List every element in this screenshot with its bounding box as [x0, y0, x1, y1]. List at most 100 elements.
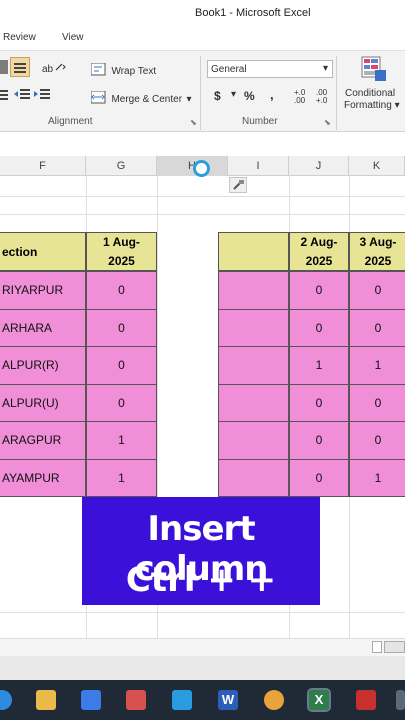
- decrease-decimal-label: .00 +.0: [316, 88, 328, 105]
- merge-center-label: Merge & Center: [111, 94, 183, 105]
- grid-line: [0, 196, 405, 197]
- tab-review[interactable]: Review: [3, 32, 36, 43]
- column-header-k[interactable]: K: [349, 156, 405, 176]
- cell-section[interactable]: ARHARA: [0, 308, 86, 347]
- svg-text:ab: ab: [42, 64, 54, 74]
- taskbar: [0, 680, 405, 720]
- taskbar-app-icon[interactable]: [396, 690, 405, 710]
- insert-options-icon[interactable]: [229, 177, 247, 193]
- cell-section[interactable]: AYAMPUR: [0, 458, 86, 497]
- file-explorer-icon[interactable]: [36, 690, 56, 710]
- window-title: Book1 - Microsoft Excel: [195, 7, 311, 19]
- cell-date-g[interactable]: 0: [86, 383, 157, 422]
- grid-line: [0, 612, 405, 613]
- scroll-thumb[interactable]: [384, 641, 405, 653]
- wrap-text-label: Wrap Text: [111, 66, 157, 77]
- cell-date-k[interactable]: 1: [349, 458, 405, 497]
- column-header-f[interactable]: F: [0, 156, 86, 176]
- conditional-formatting-button[interactable]: Formatting ▾: [344, 100, 400, 111]
- conditional-formatting-label-2: Formatting: [344, 100, 392, 111]
- orientation-icon[interactable]: ab: [42, 61, 66, 79]
- word-icon[interactable]: W: [218, 690, 238, 710]
- header-blank-i[interactable]: [218, 232, 289, 271]
- cell-date-j[interactable]: 0: [289, 308, 349, 347]
- group-separator: [200, 56, 201, 130]
- column-header-g[interactable]: G: [86, 156, 157, 176]
- column-header-j[interactable]: J: [289, 156, 349, 176]
- merge-center-button[interactable]: Merge & Center ▾: [90, 89, 192, 107]
- increase-decimal-label: +.0 .00: [294, 88, 306, 105]
- caption-line-2: Ctrl + +: [125, 560, 277, 600]
- cell-date-j[interactable]: 0: [289, 421, 349, 460]
- header-date-j-line1: 2 Aug-: [300, 235, 338, 249]
- header-date-j[interactable]: 2 Aug- 2025: [289, 232, 349, 271]
- cell-date-g[interactable]: 0: [86, 346, 157, 385]
- comma-button[interactable]: ,: [270, 87, 274, 102]
- cell-date-g[interactable]: 0: [86, 271, 157, 310]
- chrome-icon[interactable]: [264, 690, 284, 710]
- excel-icon[interactable]: X: [307, 688, 331, 712]
- column-header-i[interactable]: I: [228, 156, 289, 176]
- number-format-select[interactable]: General ▾: [207, 60, 333, 78]
- cell-blank-i[interactable]: [218, 383, 289, 422]
- store-icon[interactable]: [81, 690, 101, 710]
- align-left-icon[interactable]: [0, 60, 8, 74]
- status-bar: [0, 656, 405, 680]
- increase-decimal-button[interactable]: +.0 .00: [294, 89, 314, 105]
- dialog-launcher-icon[interactable]: ⬊: [324, 118, 331, 127]
- cell-date-j[interactable]: 0: [289, 458, 349, 497]
- cell-date-g[interactable]: 1: [86, 421, 157, 460]
- alignment-group-label: Alignment: [48, 116, 93, 127]
- header-date-j-line2: 2025: [305, 254, 333, 268]
- tab-view[interactable]: View: [62, 32, 84, 43]
- mail-icon[interactable]: [172, 690, 192, 710]
- chevron-down-icon[interactable]: ▾: [187, 94, 192, 105]
- cell-section[interactable]: RIYARPUR: [0, 271, 86, 310]
- cell-blank-i[interactable]: [218, 458, 289, 497]
- chevron-down-icon[interactable]: ▾: [323, 63, 328, 74]
- horizontal-scrollbar[interactable]: [0, 638, 405, 656]
- decrease-decimal-button[interactable]: .00 +.0: [316, 89, 336, 105]
- cell-section[interactable]: ARAGPUR: [0, 421, 86, 460]
- percent-button[interactable]: %: [244, 89, 255, 103]
- decrease-indent-icon[interactable]: [14, 88, 30, 107]
- cell-date-k[interactable]: 0: [349, 421, 405, 460]
- cell-section[interactable]: ALPUR(R): [0, 346, 86, 385]
- align-right-icon[interactable]: [0, 88, 10, 107]
- cell-date-j[interactable]: 1: [289, 346, 349, 385]
- chevron-down-icon[interactable]: ▾: [231, 89, 236, 100]
- header-date-g-line1: 1 Aug-: [103, 235, 140, 249]
- number-group-label: Number: [242, 116, 278, 127]
- dialog-launcher-icon[interactable]: ⬊: [190, 118, 197, 127]
- pdf-reader-icon[interactable]: [356, 690, 376, 710]
- header-date-k-line1: 3 Aug-: [359, 235, 397, 249]
- cell-blank-i[interactable]: [218, 421, 289, 460]
- cell-blank-i[interactable]: [218, 271, 289, 310]
- number-format-value: General: [211, 64, 247, 75]
- header-date-k[interactable]: 3 Aug- 2025: [349, 232, 405, 271]
- media-player-icon[interactable]: [126, 690, 146, 710]
- cell-date-k[interactable]: 0: [349, 271, 405, 310]
- cell-date-k[interactable]: 0: [349, 383, 405, 422]
- header-date-g[interactable]: 1 Aug- 2025: [86, 232, 157, 271]
- cell-date-g[interactable]: 0: [86, 308, 157, 347]
- conditional-formatting-icon[interactable]: [360, 55, 388, 88]
- header-section[interactable]: ection: [0, 232, 86, 271]
- ribbon-tabs: [0, 30, 405, 50]
- group-separator: [336, 56, 337, 130]
- wrap-text-button[interactable]: Wrap Text: [90, 61, 157, 79]
- cell-blank-i[interactable]: [218, 308, 289, 347]
- currency-button[interactable]: $: [214, 89, 221, 103]
- cell-date-k[interactable]: 0: [349, 308, 405, 347]
- conditional-formatting-label-1[interactable]: Conditional: [345, 88, 395, 99]
- cell-date-j[interactable]: 0: [289, 271, 349, 310]
- increase-indent-icon[interactable]: [34, 88, 50, 107]
- cell-section[interactable]: ALPUR(U): [0, 383, 86, 422]
- scroll-left-button[interactable]: [372, 641, 382, 653]
- cell-date-k[interactable]: 1: [349, 346, 405, 385]
- cell-date-j[interactable]: 0: [289, 383, 349, 422]
- grid-line: [0, 214, 405, 215]
- cell-date-g[interactable]: 1: [86, 458, 157, 497]
- align-middle-icon[interactable]: [10, 57, 30, 77]
- cell-blank-i[interactable]: [218, 346, 289, 385]
